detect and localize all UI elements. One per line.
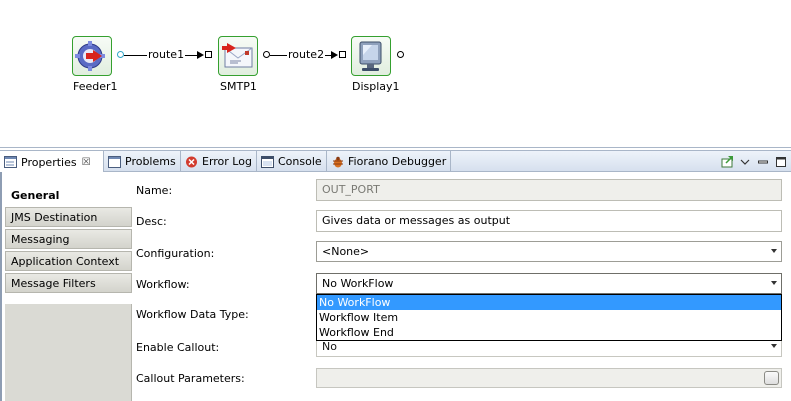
smtp1-input-port[interactable] xyxy=(205,51,212,58)
workflow-option-no-workflow[interactable]: No WorkFlow xyxy=(317,295,781,310)
name-field: OUT_PORT xyxy=(316,179,782,201)
display1-label: Display1 xyxy=(352,80,400,93)
route2-arrow-icon xyxy=(331,51,338,59)
close-icon[interactable]: ☒ xyxy=(82,157,91,168)
tab-problems[interactable]: Problems xyxy=(104,151,181,172)
feeder1-label: Feeder1 xyxy=(73,80,118,93)
feeder1-output-port[interactable] xyxy=(117,51,124,58)
name-label: Name: xyxy=(136,184,173,197)
workflow-option-workflow-item[interactable]: Workflow Item xyxy=(317,310,781,325)
callout-parameters-label: Callout Parameters: xyxy=(136,372,245,385)
tab-error-log[interactable]: Error Log xyxy=(181,151,257,172)
tab-fiorano-debugger[interactable]: Fiorano Debugger xyxy=(327,151,451,172)
sidebar-item-jms-destination[interactable]: JMS Destination xyxy=(5,207,132,227)
feeder-icon xyxy=(75,41,105,71)
chevron-down-icon xyxy=(771,344,777,348)
problems-icon xyxy=(108,155,121,168)
sidebar-item-general[interactable]: General xyxy=(5,185,132,205)
tab-properties-label: Properties xyxy=(21,155,77,169)
display-monitor-icon xyxy=(359,41,382,71)
display1-output-port[interactable] xyxy=(397,51,404,58)
workflow-label: Workflow: xyxy=(136,278,190,291)
route1-arrow-icon xyxy=(197,51,204,59)
view-tab-bar: Properties ☒ Problems Error Log Console xyxy=(0,150,791,173)
smtp-mail-icon xyxy=(222,43,253,68)
maximize-icon[interactable] xyxy=(775,156,787,168)
feeder1-node[interactable] xyxy=(72,36,112,76)
properties-icon xyxy=(4,156,17,168)
sidebar-item-application-context[interactable]: Application Context xyxy=(5,251,132,271)
properties-sidebar: General JMS Destination Messaging Applic… xyxy=(2,182,132,401)
minimize-icon[interactable] xyxy=(757,156,769,168)
enable-callout-value: No xyxy=(322,340,337,353)
display1-node[interactable] xyxy=(351,36,391,76)
debugger-bug-icon xyxy=(331,156,344,168)
sidebar-item-messaging[interactable]: Messaging xyxy=(5,229,132,249)
route1-label[interactable]: route1 xyxy=(147,48,186,61)
configuration-value: <None> xyxy=(322,245,370,258)
smtp1-output-port[interactable] xyxy=(263,51,270,58)
error-log-icon xyxy=(185,156,198,168)
view-toolbar xyxy=(721,153,787,170)
console-icon xyxy=(261,155,274,168)
configuration-select[interactable]: <None> xyxy=(316,241,782,262)
pin-view-icon[interactable] xyxy=(721,155,733,168)
route2-label[interactable]: route2 xyxy=(287,48,326,61)
view-menu-chevron-down-icon[interactable] xyxy=(739,156,751,168)
configuration-label: Configuration: xyxy=(136,247,215,260)
callout-parameters-browse-button[interactable] xyxy=(764,371,779,385)
workflow-option-workflow-end[interactable]: Workflow End xyxy=(317,325,781,340)
workflow-data-type-label: Workflow Data Type: xyxy=(136,308,249,321)
enable-callout-label: Enable Callout: xyxy=(136,341,220,354)
tab-properties[interactable]: Properties ☒ xyxy=(0,151,104,173)
smtp1-node[interactable] xyxy=(218,36,258,76)
workflow-value: No WorkFlow xyxy=(322,277,394,290)
sidebar-item-message-filters[interactable]: Message Filters xyxy=(5,273,132,293)
tab-console-label: Console xyxy=(278,155,322,168)
tab-problems-label: Problems xyxy=(125,155,176,168)
workflow-select[interactable]: No WorkFlow xyxy=(316,273,782,294)
display1-input-port[interactable] xyxy=(339,51,346,58)
smtp1-label: SMTP1 xyxy=(220,80,257,93)
desc-field[interactable]: Gives data or messages as output xyxy=(316,210,782,232)
callout-parameters-field xyxy=(316,368,782,388)
chevron-down-icon xyxy=(771,281,777,285)
workflow-dropdown-list: No WorkFlow Workflow Item Workflow End xyxy=(316,294,782,341)
sidebar-background xyxy=(5,304,132,401)
desc-label: Desc: xyxy=(136,215,167,228)
chevron-down-icon xyxy=(771,249,777,253)
tab-fiorano-debugger-label: Fiorano Debugger xyxy=(348,155,447,168)
tab-console[interactable]: Console xyxy=(257,151,327,172)
tab-error-log-label: Error Log xyxy=(202,155,252,168)
flow-canvas[interactable]: Feeder1 route1 SMTP1 route2 Display1 xyxy=(0,0,791,148)
